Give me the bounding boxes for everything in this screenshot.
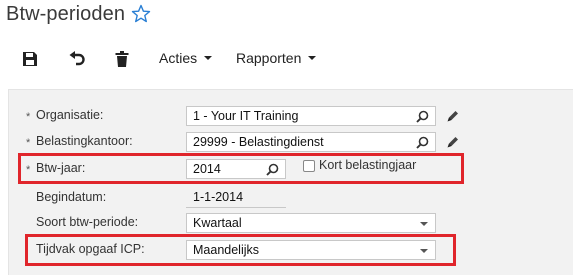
chevron-down-icon xyxy=(420,222,428,226)
organisation-value: 1 - Your IT Training xyxy=(193,109,299,123)
save-icon[interactable] xyxy=(21,50,39,68)
toolbar: Acties Rapporten xyxy=(0,44,573,74)
tax-office-label: Belastingkantoor: xyxy=(36,134,133,148)
star-icon[interactable] xyxy=(131,4,151,24)
divider xyxy=(186,207,286,208)
tax-office-value: 29999 - Belastingdienst xyxy=(193,135,324,149)
title-bar: Btw-perioden xyxy=(0,0,573,30)
vat-period-type-label: Soort btw-periode: xyxy=(36,215,139,229)
highlight-box xyxy=(25,234,456,266)
search-icon[interactable] xyxy=(416,110,429,123)
edit-icon[interactable] xyxy=(446,135,460,149)
chevron-down-icon xyxy=(204,56,213,60)
start-date-value: 1-1-2014 xyxy=(193,190,244,204)
trash-icon[interactable] xyxy=(113,50,131,68)
actions-menu[interactable]: Acties xyxy=(159,50,213,66)
vat-period-type-value: Kwartaal xyxy=(193,216,242,230)
search-icon[interactable] xyxy=(416,136,429,149)
organisation-label: Organisatie: xyxy=(36,108,104,122)
reports-menu[interactable]: Rapporten xyxy=(236,50,317,66)
start-date-label: Begindatum: xyxy=(36,190,107,204)
reports-menu-label: Rapporten xyxy=(236,50,302,66)
required-marker: * xyxy=(26,137,31,149)
tax-office-field[interactable]: 29999 - Belastingdienst xyxy=(186,132,436,152)
organisation-field[interactable]: 1 - Your IT Training xyxy=(186,106,436,126)
actions-menu-label: Acties xyxy=(159,50,198,66)
highlight-box xyxy=(18,153,464,184)
vat-period-type-select[interactable]: Kwartaal xyxy=(186,213,436,233)
chevron-down-icon xyxy=(308,56,317,60)
page-title: Btw-perioden xyxy=(6,3,126,25)
required-marker: * xyxy=(26,111,31,123)
edit-icon[interactable] xyxy=(446,109,460,123)
undo-icon[interactable] xyxy=(68,50,86,68)
